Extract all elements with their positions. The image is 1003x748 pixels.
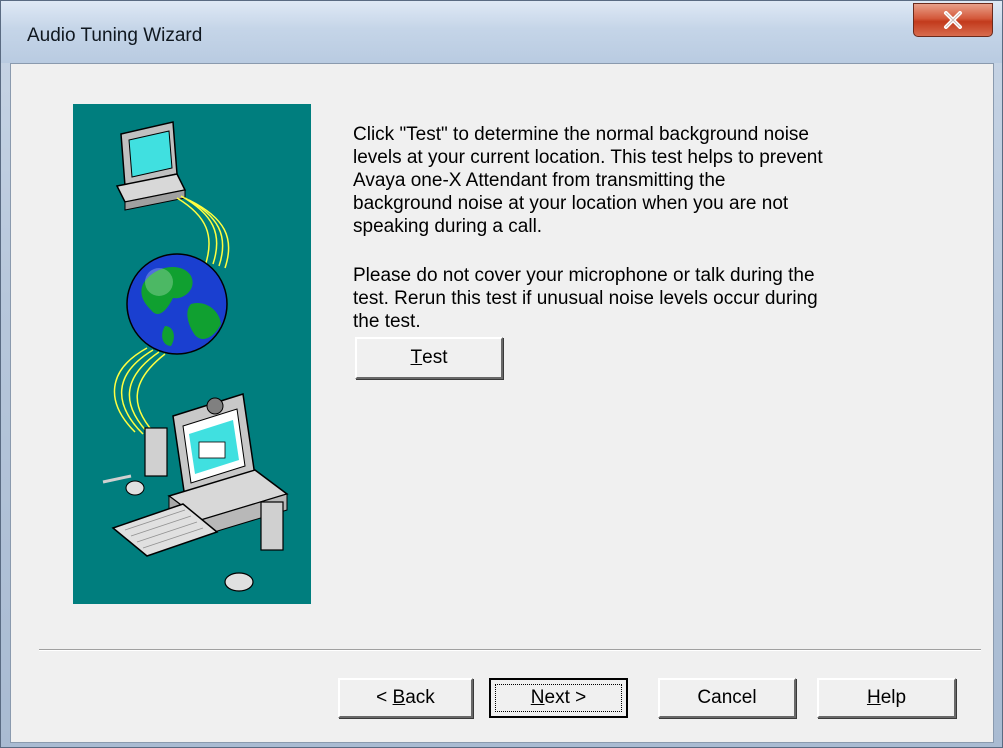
- cancel-button-label: Cancel: [697, 687, 757, 708]
- close-button[interactable]: [913, 3, 993, 37]
- back-button-prefix: <: [376, 687, 393, 708]
- dialog-client-area: Click "Test" to determine the normal bac…: [10, 63, 994, 743]
- description-paragraph-1: Click "Test" to determine the normal bac…: [353, 124, 823, 237]
- test-button-label: est: [422, 347, 448, 368]
- cancel-button[interactable]: Cancel: [658, 678, 796, 718]
- back-button[interactable]: < Back: [338, 678, 473, 718]
- next-button-label: ext >: [544, 687, 587, 708]
- test-button[interactable]: Test: [355, 337, 503, 379]
- top-computer-icon: [115, 121, 187, 211]
- help-button-mnemonic: H: [866, 687, 881, 708]
- back-button-mnemonic: B: [392, 687, 406, 708]
- footer-separator: [39, 649, 981, 651]
- globe-icon: [126, 253, 228, 355]
- window-title: Audio Tuning Wizard: [27, 25, 203, 46]
- dialog-window: Audio Tuning Wizard Click "Test" to dete…: [0, 0, 1003, 748]
- desktop-computer-icon: [102, 393, 289, 592]
- back-button-label: ack: [405, 687, 435, 708]
- next-button-mnemonic: N: [530, 687, 545, 708]
- title-bar[interactable]: Audio Tuning Wizard: [1, 1, 1002, 63]
- description-paragraph-2: Please do not cover your microphone or t…: [353, 265, 818, 332]
- test-button-mnemonic: T: [410, 347, 423, 368]
- next-button[interactable]: Next >: [489, 678, 628, 718]
- network-illustration: [73, 104, 311, 604]
- help-button[interactable]: Help: [817, 678, 956, 718]
- help-button-label: elp: [880, 687, 907, 708]
- close-icon: [942, 11, 964, 29]
